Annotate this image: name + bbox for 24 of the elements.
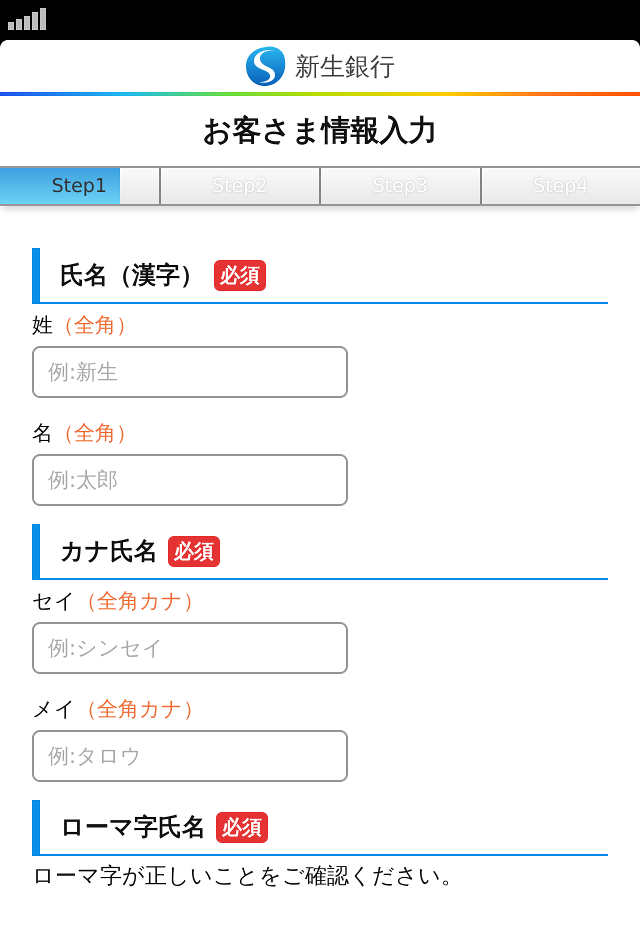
bank-name: 新生銀行 [295,50,395,82]
step-tab[interactable]: Step1 [0,168,160,204]
input-note: （全角） [53,421,137,445]
input-note: （全角） [53,313,137,337]
section-heading: ローマ字氏名 [60,812,206,843]
description-text: ローマ字が正しいことをご確認ください。 [32,863,464,891]
input-field[interactable]: 例:太郎 [32,454,348,506]
input-field[interactable]: 例:タロウ [32,730,348,782]
input-note: （全角カナ） [76,589,204,613]
required-badge: 必須 [216,812,268,842]
signal-icon [8,8,46,30]
field-label: メイ [32,697,76,721]
required-badge: 必須 [168,536,220,566]
input-note: （全角カナ） [76,697,204,721]
logo-icon [245,45,287,87]
input-field[interactable]: 例:シンセイ [32,622,348,674]
field-label: 名 [32,421,53,445]
field-label: セイ [32,589,76,613]
page-title: お客さま情報入力 [202,112,438,149]
required-badge: 必須 [214,260,266,290]
section-heading: カナ氏名 [60,536,158,567]
section-heading: 氏名（漢字） [60,260,204,291]
input-field[interactable]: 例:新生 [32,346,348,398]
field-label: 姓 [32,313,53,337]
